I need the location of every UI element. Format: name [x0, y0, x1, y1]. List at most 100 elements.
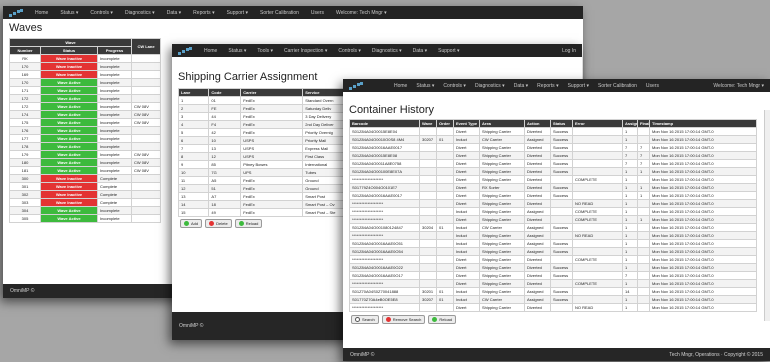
table-row[interactable]: S01Z84A04O0016AAE0017 Divert Shipping Carr…	[349, 191, 757, 200]
table-row[interactable]: S01Z70A04S0Z70041888 30201 01 Induct Shippin…	[349, 287, 757, 296]
table-row[interactable]: ******************** Divert Shipping Carri…	[349, 255, 757, 264]
column-header[interactable]: Code	[208, 88, 242, 97]
nav-item[interactable]: Controls ▾	[338, 48, 361, 54]
table-row[interactable]: 300 Wave Inactive Complete	[9, 174, 161, 183]
nav-item[interactable]: Support ▾	[568, 83, 589, 89]
table-row[interactable]: 178 Wave Active Incomplete	[9, 142, 161, 151]
table-row[interactable]: 172 Wave Active Incomplete CW 08V	[9, 102, 161, 111]
column-header[interactable]: Area	[479, 119, 525, 128]
column-header[interactable]: Final	[637, 119, 650, 128]
column-header[interactable]: Assigned	[622, 119, 638, 128]
table-row[interactable]: S01Z84A04O001080124847 30204 01 Induct CW Ca…	[349, 223, 757, 232]
table-row[interactable]: 172 Wave Active Incomplete	[9, 94, 161, 103]
column-header[interactable]: Action	[524, 119, 551, 128]
nav-item[interactable]: Tools ▾	[257, 48, 273, 54]
shipping-footer-brand: OmniMP ©	[179, 323, 204, 329]
table-row[interactable]: ******************** Divert Shipping Carri…	[349, 279, 757, 288]
table-row[interactable]: S01Z84A04O0015E8E04 Divert Shipping Carrie…	[349, 127, 757, 136]
column-header[interactable]: Barcode	[349, 119, 420, 128]
table-row[interactable]: ******************** Induct Shipping Carri…	[349, 231, 757, 240]
table-row[interactable]: 177 Wave Active Incomplete	[9, 134, 161, 143]
table-row[interactable]: 304 Wave Active Incomplete	[9, 206, 161, 215]
nav-item[interactable]: Data ▾	[514, 83, 528, 89]
column-header[interactable]: Wave	[419, 119, 437, 128]
nav-item[interactable]: Status ▾	[228, 48, 246, 54]
table-row[interactable]: 181 Wave Active Incomplete CW 08V	[9, 166, 161, 175]
table-row[interactable]: 175 Wave Active Incomplete CW 08V	[9, 118, 161, 127]
column-header[interactable]: Error	[572, 119, 623, 128]
reload-button[interactable]: Reload	[234, 219, 263, 228]
nav-item[interactable]: Status ▾	[60, 10, 78, 16]
nav-item[interactable]: Diagnostics ▾	[372, 48, 402, 54]
nav-item[interactable]: Reports ▾	[537, 83, 558, 89]
table-row[interactable]: 169 Wave Inactive Incomplete	[9, 70, 161, 79]
table-row[interactable]: S01770Z70A4eB0OE5E8 30207 01 Induct CW Carri…	[349, 295, 757, 304]
wave-status-badge: Wave Active	[40, 206, 98, 215]
nav-item[interactable]: Sorter Calibration	[260, 10, 299, 16]
nav-item[interactable]: Support ▾	[227, 10, 248, 16]
nav-item[interactable]: Controls ▾	[90, 10, 113, 16]
nav-item[interactable]: Home	[394, 83, 407, 89]
table-row[interactable]: 301 Wave Inactive Complete	[9, 182, 161, 191]
table-row[interactable]: S01Z84A04O0016AAE0O17 Divert Shipping Carr…	[349, 271, 757, 280]
nav-item[interactable]: Diagnostics ▾	[475, 83, 505, 89]
table-row[interactable]: 170 Wave Inactive Incomplete	[9, 62, 161, 71]
nav-item[interactable]: Users	[311, 10, 324, 16]
search-button[interactable]: Search	[351, 315, 379, 324]
nav-item[interactable]: Data ▾	[167, 10, 181, 16]
table-row[interactable]: ******************** Induct Shipping Carri…	[349, 207, 757, 216]
table-row[interactable]: 302 Wave Inactive Complete	[9, 190, 161, 199]
user-menu[interactable]: Welcome: Tech Mngr ▾	[713, 83, 764, 89]
nav-item[interactable]: Reports ▾	[193, 10, 214, 16]
table-row[interactable]: 174 Wave Active Incomplete CW 08V	[9, 110, 161, 119]
table-cell: Shipping Carrier	[479, 271, 525, 280]
table-cell	[572, 135, 623, 144]
reload-button[interactable]: Reload	[428, 315, 457, 324]
table-row[interactable]: S01Z84A04O00100E8E07A Divert Shipping Carr…	[349, 167, 757, 176]
table-row[interactable]: S01779Z4O004O0101E7 Divert RX Sorter Divert…	[349, 183, 757, 192]
table-row[interactable]: 179 Wave Active Incomplete CW 08V	[9, 150, 161, 159]
nav-item[interactable]: Data ▾	[413, 48, 427, 54]
table-row[interactable]: S01Z84A04O0011A8E0758 Divert Shipping Carr…	[349, 159, 757, 168]
remove-search-button[interactable]: Remove Search	[381, 315, 426, 324]
column-header[interactable]: Timestamp	[649, 119, 757, 128]
table-row[interactable]: S01Z84A04O0016AAE0O51 Induct Shipping Carr…	[349, 239, 757, 248]
column-header[interactable]: Carrier	[240, 88, 304, 97]
table-row[interactable]: 170 Wave Active Incomplete	[9, 78, 161, 87]
nav-item[interactable]: Welcome: Tech Mngr ▾	[336, 10, 387, 16]
table-cell: Shipping Carrier	[479, 127, 525, 136]
table-row[interactable]: ******************** Divert Shipping Carri…	[349, 175, 757, 184]
table-cell: S01Z84A04O0016AAE0017	[349, 191, 420, 200]
login-link[interactable]: Log In	[562, 48, 576, 54]
table-row[interactable]: RK Wave Inactive Incomplete	[9, 54, 161, 63]
delete-button[interactable]: Delete	[205, 219, 232, 228]
table-row[interactable]: S01Z84A04O0016AAE0O54 Induct Shipping Carr…	[349, 247, 757, 256]
table-row[interactable]: S01Z84A04O0016AAE0017 Divert Shipping Carr…	[349, 143, 757, 152]
table-row[interactable]: ******************** Divert Shipping Carri…	[349, 215, 757, 224]
column-header[interactable]: Lane	[177, 88, 210, 97]
table-row[interactable]: 171 Wave Active Incomplete	[9, 86, 161, 95]
table-row[interactable]: 176 Wave Active Incomplete	[9, 126, 161, 135]
nav-item[interactable]: Carrier Inspection ▾	[284, 48, 327, 54]
table-row[interactable]: ******************** Divert Shipping Carri…	[349, 199, 757, 208]
column-header[interactable]: Order	[436, 119, 454, 128]
nav-item[interactable]: Users	[646, 83, 659, 89]
table-row[interactable]: S01Z84A04O0010O0S8 4M4 30207 01 Induct CW Ca…	[349, 135, 757, 144]
column-header[interactable]: Event Type	[453, 119, 480, 128]
nav-item[interactable]: Sorter Calibration	[598, 83, 637, 89]
column-header[interactable]: Status	[550, 119, 573, 128]
table-row[interactable]: 303 Wave Inactive Complete	[9, 198, 161, 207]
table-row[interactable]: ******************** Divert Shipping Carri…	[349, 303, 757, 312]
nav-item[interactable]: Support ▾	[438, 48, 459, 54]
container-scrollbar[interactable]	[764, 110, 770, 321]
nav-item[interactable]: Diagnostics ▾	[125, 10, 155, 16]
nav-item[interactable]: Status ▾	[416, 83, 434, 89]
table-row[interactable]: S01Z84A04O0016AAE0O22 Divert Shipping Carr…	[349, 263, 757, 272]
add-button[interactable]: Add	[180, 219, 203, 228]
table-row[interactable]: 305 Wave Active Incomplete	[9, 214, 161, 223]
nav-item[interactable]: Home	[204, 48, 217, 54]
nav-item[interactable]: Home	[35, 10, 48, 16]
table-row[interactable]: 180 Wave Active Incomplete CW 08V	[9, 158, 161, 167]
nav-item[interactable]: Controls ▾	[443, 83, 466, 89]
table-row[interactable]: S01Z84A04O0015E8E08 Divert Shipping Carrie…	[349, 151, 757, 160]
